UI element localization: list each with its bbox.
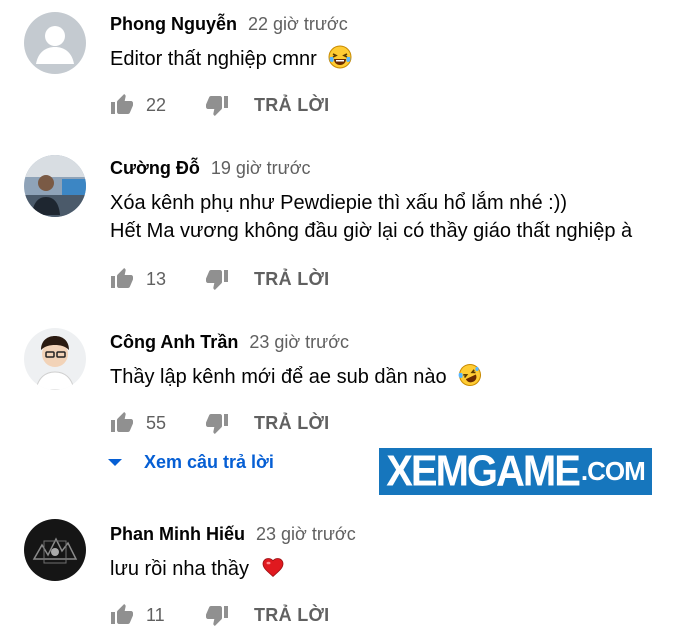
view-replies-label: Xem câu trả lời [144,452,274,472]
like-count: 13 [146,268,167,289]
thumbs-up-icon[interactable] [110,267,134,291]
comment-line: lưu rồi nha thầy [110,558,250,580]
watermark-suffix: .COM [580,456,646,486]
reply-button[interactable]: TRẢ LỜI [254,95,329,116]
user-photo-avatar [24,328,86,390]
comment-header: Phan Minh Hiếu 23 giờ trước [110,524,356,545]
like-count: 11 [146,604,165,625]
comment-line: Editor thất nghiệp cmnr [110,48,317,70]
thumbs-up-icon[interactable] [110,93,134,117]
view-replies-button[interactable]: Xem câu trả lời [108,452,274,473]
user-photo-avatar [24,519,86,581]
avatar[interactable] [24,155,86,217]
comment-text: Thầy lập kênh mới để ae sub dần nào [110,363,482,391]
reply-button[interactable]: TRẢ LỜI [254,269,329,290]
comment-line: Xóa kênh phụ như Pewdiepie thì xấu hổ lắ… [110,192,568,214]
author-name[interactable]: Cường Đỗ [110,158,200,178]
watermark-text: XEMGAME [386,446,581,496]
comment-text: Xóa kênh phụ như Pewdiepie thì xấu hổ lắ… [110,189,632,245]
comment-text: lưu rồi nha thầy [110,555,285,583]
comment-actions: 11 TRẢ LỜI [110,603,329,627]
comment-actions: 55 TRẢ LỜI [110,411,329,435]
thumbs-down-icon[interactable] [205,411,229,435]
avatar[interactable] [24,328,86,390]
comment-actions: 13 TRẢ LỜI [110,267,329,291]
crying-laughing-emoji [458,364,482,386]
thumbs-down-icon[interactable] [205,603,229,627]
avatar[interactable] [24,12,86,74]
comment-actions: 22 TRẢ LỜI [110,93,329,117]
comment-time[interactable]: 23 giờ trước [256,524,356,544]
comment-time[interactable]: 19 giờ trước [211,158,311,178]
author-name[interactable]: Phong Nguyễn [110,14,237,34]
thumbs-up-icon[interactable] [110,411,134,435]
comment-header: Phong Nguyễn 22 giờ trước [110,14,348,35]
reply-button[interactable]: TRẢ LỜI [254,413,329,434]
author-name[interactable]: Phan Minh Hiếu [110,524,245,544]
comment-line: Hết Ma vương không đầu giờ lại có thầy g… [110,220,633,242]
comment-time[interactable]: 22 giờ trước [248,14,348,34]
user-photo-avatar [24,155,86,217]
avatar[interactable] [24,519,86,581]
thumbs-up-icon[interactable] [110,603,134,627]
comment-line: Thầy lập kênh mới để ae sub dần nào [110,366,447,388]
comment-header: Cường Đỗ 19 giờ trước [110,158,311,179]
caret-down-icon [108,459,122,466]
laughing-tears-emoji [328,45,352,69]
watermark-logo: XEMGAME .COM [377,446,654,497]
comment-text: Editor thất nghiệp cmnr [110,45,352,73]
author-name[interactable]: Công Anh Trần [110,332,238,352]
like-count: 22 [146,94,167,115]
red-heart-emoji [262,558,283,578]
comment-header: Công Anh Trần 23 giờ trước [110,332,349,353]
like-count: 55 [146,412,167,433]
thumbs-down-icon[interactable] [205,93,229,117]
comment-time[interactable]: 23 giờ trước [249,332,349,352]
thumbs-down-icon[interactable] [205,267,229,291]
reply-button[interactable]: TRẢ LỜI [254,605,329,626]
default-avatar-icon [24,12,86,74]
